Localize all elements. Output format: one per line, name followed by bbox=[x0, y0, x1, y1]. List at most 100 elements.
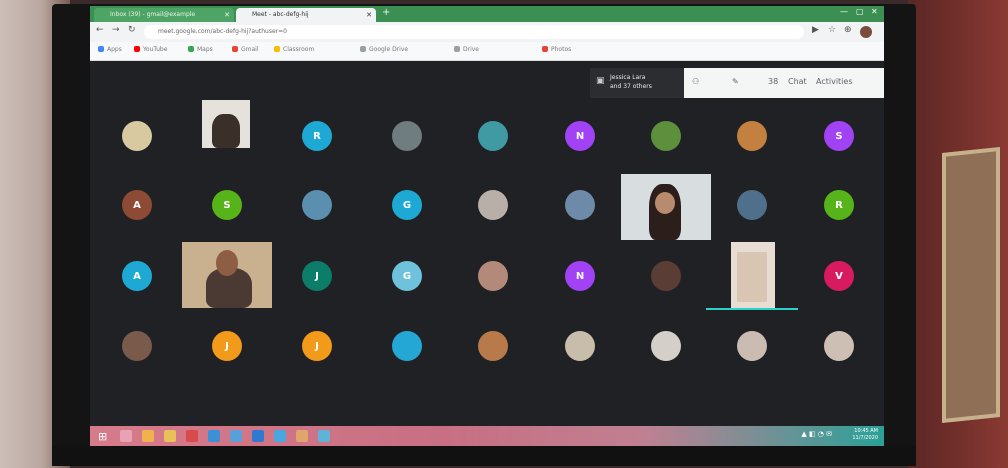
participant-video[interactable] bbox=[182, 242, 272, 308]
system-tray-icons[interactable]: ▲ ◧ ◔ ✉ bbox=[801, 430, 832, 438]
presenter-info[interactable]: ▣ Jessica Lara and 37 others bbox=[590, 68, 684, 98]
participant-tile[interactable] bbox=[302, 190, 332, 220]
person-face bbox=[655, 192, 675, 214]
file-explorer-icon[interactable] bbox=[164, 430, 176, 442]
app-icon[interactable] bbox=[252, 430, 264, 442]
address-bar[interactable]: meet.google.com/abc-defg-hij?authuser=0 bbox=[144, 25, 804, 39]
tab-label: Meet - abc-defg-hij bbox=[252, 11, 309, 18]
bookmark-google-drive[interactable]: Google Drive bbox=[360, 46, 408, 53]
participant-tile[interactable] bbox=[392, 331, 422, 361]
apps-icon bbox=[98, 46, 104, 52]
participant-tile[interactable] bbox=[824, 331, 854, 361]
clock-date: 11/7/2020 bbox=[852, 435, 878, 441]
profile-avatar[interactable] bbox=[860, 26, 872, 38]
app-icon[interactable] bbox=[274, 430, 286, 442]
forward-icon[interactable]: → bbox=[112, 25, 120, 35]
participant-tile[interactable] bbox=[478, 121, 508, 151]
participant-video[interactable] bbox=[731, 242, 775, 308]
participant-tile[interactable] bbox=[478, 190, 508, 220]
participant-initial: G bbox=[402, 270, 412, 282]
windows-taskbar: ⊞ ▲ ◧ ◔ ✉ 10:45 AM 11/7/2020 bbox=[90, 426, 884, 446]
app-icon[interactable] bbox=[296, 430, 308, 442]
participant-initial: V bbox=[835, 270, 843, 282]
participant-tile[interactable]: V bbox=[824, 261, 854, 291]
participant-tile[interactable] bbox=[565, 331, 595, 361]
participant-tile[interactable] bbox=[651, 261, 681, 291]
present-icon: ▣ bbox=[596, 76, 605, 86]
speaking-indicator bbox=[706, 308, 798, 310]
participant-tile[interactable]: G bbox=[392, 261, 422, 291]
wall-picture-frame bbox=[942, 146, 1000, 424]
reload-icon[interactable]: ↻ bbox=[128, 25, 136, 35]
close-window-icon[interactable]: ✕ bbox=[871, 7, 878, 16]
maps-icon bbox=[188, 46, 194, 52]
participant-tile[interactable] bbox=[565, 190, 595, 220]
participant-tile[interactable]: S bbox=[824, 121, 854, 151]
participant-video[interactable] bbox=[621, 174, 711, 240]
participant-tile[interactable]: R bbox=[824, 190, 854, 220]
participant-tile[interactable] bbox=[122, 121, 152, 151]
participant-tile[interactable] bbox=[478, 261, 508, 291]
back-icon[interactable]: ← bbox=[96, 25, 104, 35]
browser-toolbar: ← → ↻ meet.google.com/abc-defg-hij?authu… bbox=[90, 22, 884, 42]
new-tab-icon[interactable]: + bbox=[382, 7, 390, 18]
app-icon[interactable] bbox=[318, 430, 330, 442]
participant-initial: G bbox=[402, 199, 412, 211]
participant-tile[interactable] bbox=[737, 331, 767, 361]
bookmark-classroom[interactable]: Classroom bbox=[274, 46, 314, 53]
search-icon[interactable] bbox=[120, 430, 132, 442]
participant-tile[interactable] bbox=[122, 331, 152, 361]
camera-icon[interactable]: ▶ bbox=[812, 25, 819, 35]
participant-tile[interactable] bbox=[651, 331, 681, 361]
tab-gmail[interactable]: Inbox (39) - gmail@example ✕ bbox=[94, 8, 234, 22]
participant-tile[interactable]: A bbox=[122, 190, 152, 220]
participant-tile[interactable] bbox=[392, 121, 422, 151]
participant-tile[interactable]: J bbox=[302, 331, 332, 361]
url-text: meet.google.com/abc-defg-hij?authuser=0 bbox=[158, 28, 287, 35]
bookmark-maps[interactable]: Maps bbox=[188, 46, 213, 53]
participant-tile[interactable]: A bbox=[122, 261, 152, 291]
classroom-icon bbox=[274, 46, 280, 52]
participant-tile[interactable]: J bbox=[212, 331, 242, 361]
activities-button[interactable]: Activities bbox=[816, 77, 853, 86]
tab-meet[interactable]: Meet - abc-defg-hij ✕ bbox=[236, 8, 376, 22]
bookmark-photos[interactable]: Photos bbox=[542, 46, 571, 53]
gmail-icon bbox=[232, 46, 238, 52]
bookmark-youtube[interactable]: YouTube bbox=[134, 46, 167, 53]
bookmark-drive[interactable]: Drive bbox=[454, 46, 479, 53]
participant-tile[interactable]: N bbox=[565, 121, 595, 151]
participant-tile[interactable]: N bbox=[565, 261, 595, 291]
windows-start-icon[interactable]: ⊞ bbox=[98, 430, 107, 443]
participant-tile[interactable]: R bbox=[302, 121, 332, 151]
extensions-icon[interactable]: ⊕ bbox=[844, 25, 852, 35]
participant-tile[interactable] bbox=[651, 121, 681, 151]
chat-button[interactable]: Chat bbox=[788, 77, 807, 86]
bookmark-apps[interactable]: Apps bbox=[98, 46, 122, 53]
participant-tile[interactable]: S bbox=[212, 190, 242, 220]
app-icon[interactable] bbox=[186, 430, 198, 442]
participant-initial: N bbox=[575, 130, 585, 142]
participant-initial: S bbox=[835, 130, 843, 142]
maximize-icon[interactable]: ▢ bbox=[856, 7, 864, 16]
participant-tile[interactable] bbox=[478, 331, 508, 361]
participant-tile[interactable] bbox=[737, 121, 767, 151]
participant-tile[interactable]: G bbox=[392, 190, 422, 220]
chat-icon[interactable]: ✎ bbox=[732, 77, 739, 86]
folder-icon bbox=[360, 46, 366, 52]
minimize-icon[interactable]: — bbox=[840, 7, 848, 16]
participant-tile[interactable] bbox=[737, 190, 767, 220]
bookmark-gmail[interactable]: Gmail bbox=[232, 46, 259, 53]
participant-video[interactable] bbox=[202, 100, 250, 148]
monitor-stand-edge bbox=[52, 446, 916, 466]
app-icon[interactable] bbox=[208, 430, 220, 442]
star-icon[interactable]: ☆ bbox=[828, 25, 836, 35]
bookmarks-bar: Apps YouTube Maps Gmail Classroom Google… bbox=[90, 42, 884, 61]
close-icon[interactable]: ✕ bbox=[224, 8, 230, 22]
taskbar-clock[interactable]: 10:45 AM 11/7/2020 bbox=[852, 428, 878, 442]
close-icon[interactable]: ✕ bbox=[366, 8, 372, 22]
people-icon[interactable]: ⚇ bbox=[692, 77, 699, 86]
edge-icon[interactable] bbox=[230, 430, 242, 442]
chrome-icon[interactable] bbox=[142, 430, 154, 442]
participant-tile[interactable]: J bbox=[302, 261, 332, 291]
participant-count[interactable]: 38 bbox=[768, 77, 778, 86]
